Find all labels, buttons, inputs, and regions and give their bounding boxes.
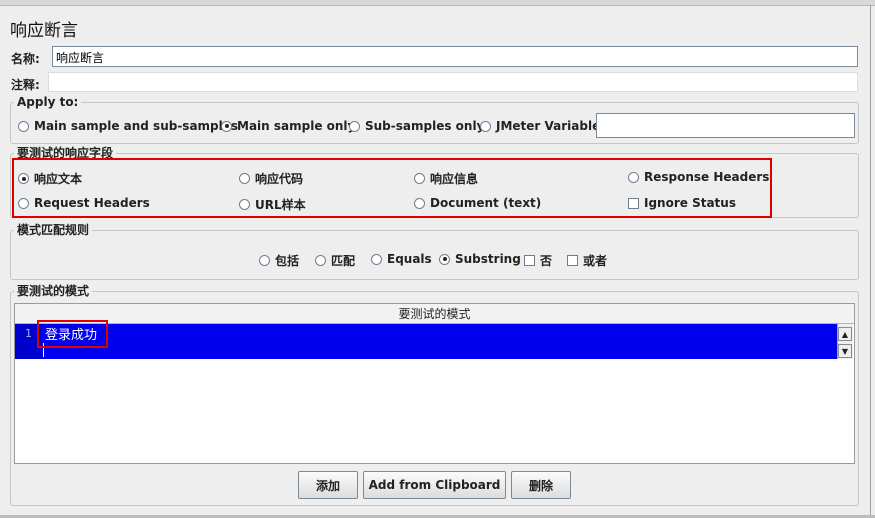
radio-icon [315, 255, 326, 266]
jmeter-variable-input[interactable] [596, 113, 855, 138]
radio-icon [18, 120, 29, 132]
option-label: 响应信息 [430, 172, 479, 186]
field-document-text-radio[interactable]: Document (text) [414, 196, 541, 210]
radio-icon [239, 199, 250, 210]
radio-icon [480, 120, 491, 132]
radio-icon [414, 197, 425, 209]
field-response-text-radio[interactable]: 响应文本 [18, 170, 82, 187]
apply-main-only-radio[interactable]: Main sample only [221, 119, 355, 133]
option-label: Equals [387, 252, 432, 266]
radio-icon [414, 173, 425, 184]
option-label: 匹配 [331, 254, 356, 268]
field-response-message-radio[interactable]: 响应信息 [414, 170, 478, 187]
option-label: Request Headers [34, 196, 150, 210]
line-number: 1 [25, 327, 32, 340]
page-title: 响应断言 [10, 21, 78, 41]
pattern-rules-legend: 模式匹配规则 [14, 223, 93, 237]
checkbox-icon [524, 255, 535, 266]
radio-selected-icon [221, 120, 232, 132]
field-request-headers-radio[interactable]: Request Headers [18, 196, 150, 210]
pattern-rules-group [10, 230, 859, 280]
rule-or-checkbox[interactable]: 或者 [567, 252, 607, 269]
radio-icon [239, 173, 250, 184]
option-label: 或者 [583, 254, 608, 268]
option-label: Main sample and sub-samples [34, 119, 239, 133]
field-url-sample-radio[interactable]: URL样本 [239, 196, 306, 213]
radio-selected-icon [439, 253, 450, 265]
checkbox-icon [567, 255, 578, 266]
radio-icon [259, 255, 270, 266]
name-input[interactable]: 响应断言 [52, 46, 858, 67]
checkbox-icon [628, 197, 639, 209]
option-label: Substring [455, 252, 521, 266]
apply-main-and-sub-radio[interactable]: Main sample and sub-samples [18, 119, 238, 133]
option-label: 否 [540, 254, 553, 268]
option-label: 响应文本 [34, 172, 83, 186]
apply-jmeter-variable-radio[interactable]: JMeter Variable [480, 119, 600, 133]
delete-button[interactable]: 删除 [511, 471, 571, 499]
option-label: 包括 [275, 254, 300, 268]
radio-icon [18, 197, 29, 209]
option-label: Ignore Status [644, 196, 736, 210]
option-label: 响应代码 [255, 172, 304, 186]
right-border [870, 5, 871, 518]
top-border [0, 0, 875, 6]
scroll-down-icon[interactable]: ▼ [838, 344, 852, 358]
option-label: Main sample only [237, 119, 356, 133]
name-label: 名称: [11, 52, 40, 66]
comment-label: 注释: [11, 78, 40, 92]
field-response-code-radio[interactable]: 响应代码 [239, 170, 303, 187]
option-label: Sub-samples only [365, 119, 485, 133]
rule-substring-radio[interactable]: Substring [439, 252, 521, 266]
add-from-clipboard-button[interactable]: Add from Clipboard [363, 471, 506, 499]
highlight-box [37, 320, 108, 348]
comment-input[interactable] [48, 72, 858, 92]
rule-contains-radio[interactable]: 包括 [259, 252, 299, 269]
option-label: JMeter Variable [496, 119, 601, 133]
field-response-headers-radio[interactable]: Response Headers [628, 170, 769, 184]
rule-equals-radio[interactable]: Equals [371, 252, 432, 266]
apply-to-legend: Apply to: [14, 95, 82, 109]
radio-icon [628, 171, 639, 183]
radio-icon [371, 253, 382, 265]
option-label: Document (text) [430, 196, 542, 210]
ignore-status-checkbox[interactable]: Ignore Status [628, 196, 736, 210]
table-row[interactable] [15, 324, 837, 359]
apply-sub-only-radio[interactable]: Sub-samples only [349, 119, 484, 133]
column-header: 要测试的模式 [398, 307, 471, 321]
radio-selected-icon [18, 173, 29, 184]
table-header: 要测试的模式 [15, 304, 854, 324]
scroll-up-icon[interactable]: ▲ [838, 327, 852, 341]
rule-not-checkbox[interactable]: 否 [524, 252, 552, 269]
option-label: URL样本 [255, 198, 306, 212]
option-label: Response Headers [644, 170, 770, 184]
patterns-legend: 要测试的模式 [14, 284, 93, 298]
rule-matches-radio[interactable]: 匹配 [315, 252, 355, 269]
radio-icon [349, 120, 360, 132]
add-button[interactable]: 添加 [298, 471, 358, 499]
